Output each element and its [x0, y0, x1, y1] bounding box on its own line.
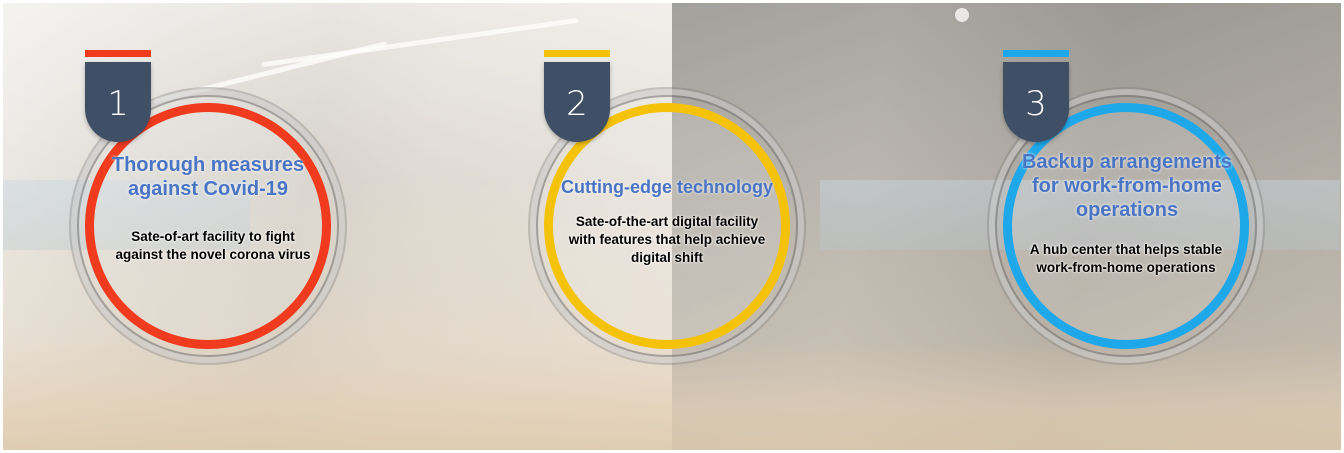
title-line: Backup arrangements	[1021, 151, 1233, 173]
badge-number: 2	[566, 84, 588, 124]
desc-line: with features that help achieve	[568, 232, 766, 247]
number-badge: 2	[544, 62, 610, 142]
accent-bar-blue	[1003, 50, 1069, 57]
desc-line: A hub center that helps stable	[1029, 242, 1223, 257]
ceiling-spotlight	[955, 8, 969, 22]
badge-number: 1	[107, 84, 129, 124]
title-line: Cutting-edge technology	[561, 177, 773, 197]
desc-line: digital shift	[631, 250, 703, 265]
number-badge: 1	[85, 62, 151, 142]
title-line: against Covid-19	[127, 178, 289, 200]
badge-number: 3	[1025, 84, 1047, 124]
desc-line: Sate-of-the-art digital facility	[575, 214, 759, 229]
title-line: Thorough measures	[111, 154, 305, 176]
accent-bar-yellow	[544, 50, 610, 57]
office-floor	[0, 343, 1344, 453]
accent-bar-red	[85, 50, 151, 57]
item-title: Thorough measures against Covid-19	[93, 153, 323, 201]
title-line: operations	[1075, 199, 1179, 221]
item-title: Backup arrangements for work-from-home o…	[1003, 150, 1251, 222]
item-title: Cutting-edge technology	[546, 175, 788, 199]
desc-line: work-from-home operations	[1036, 260, 1216, 275]
item-description: A hub center that helps stable work-from…	[1006, 241, 1246, 277]
desc-line: Sate-of-art facility to fight	[131, 229, 295, 244]
item-description: Sate-of-the-art digital facility with fe…	[547, 213, 787, 267]
desc-line: against the novel corona virus	[115, 247, 311, 262]
item-description: Sate-of-art facility to fight against th…	[93, 228, 333, 264]
title-line: for work-from-home	[1032, 175, 1222, 197]
number-badge: 3	[1003, 62, 1069, 142]
office-background-slide: 1 Thorough measures against Covid-19 Sat…	[0, 0, 1344, 453]
